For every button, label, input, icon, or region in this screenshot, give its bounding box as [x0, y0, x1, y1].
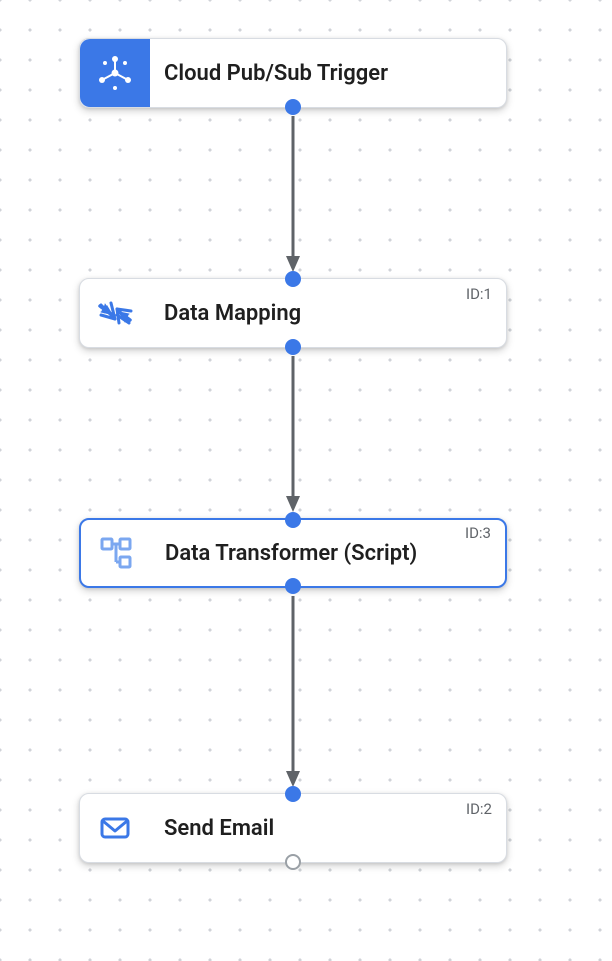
input-port[interactable] — [285, 271, 301, 287]
node-id-label: ID:2 — [466, 800, 492, 818]
node-label: Cloud Pub/Sub Trigger — [150, 61, 406, 86]
edge — [283, 588, 303, 793]
send-email-icon — [80, 794, 150, 862]
node-id-label: ID:3 — [465, 524, 491, 542]
output-port[interactable] — [285, 578, 301, 594]
node-label: Send Email — [150, 816, 292, 841]
data-mapping-icon — [80, 279, 150, 347]
output-port[interactable] — [285, 99, 301, 115]
input-port[interactable] — [285, 786, 301, 802]
output-port-empty[interactable] — [285, 854, 301, 870]
output-port[interactable] — [285, 339, 301, 355]
edge — [283, 348, 303, 518]
edge — [283, 108, 303, 278]
node-data-transformer[interactable]: ID:3 Data Transformer (Script) — [79, 518, 507, 588]
node-data-mapping[interactable]: ID:1 — [79, 278, 507, 348]
node-label: Data Mapping — [150, 301, 319, 326]
node-id-label: ID:1 — [466, 285, 492, 303]
input-port[interactable] — [285, 512, 301, 528]
pubsub-icon — [80, 39, 150, 107]
node-send-email[interactable]: ID:2 Send Email — [79, 793, 507, 863]
flow-canvas[interactable]: Cloud Pub/Sub Trigger ID:1 — [0, 0, 612, 961]
data-transformer-icon — [81, 519, 151, 587]
node-label: Data Transformer (Script) — [151, 541, 435, 566]
node-pubsub-trigger[interactable]: Cloud Pub/Sub Trigger — [79, 38, 507, 108]
